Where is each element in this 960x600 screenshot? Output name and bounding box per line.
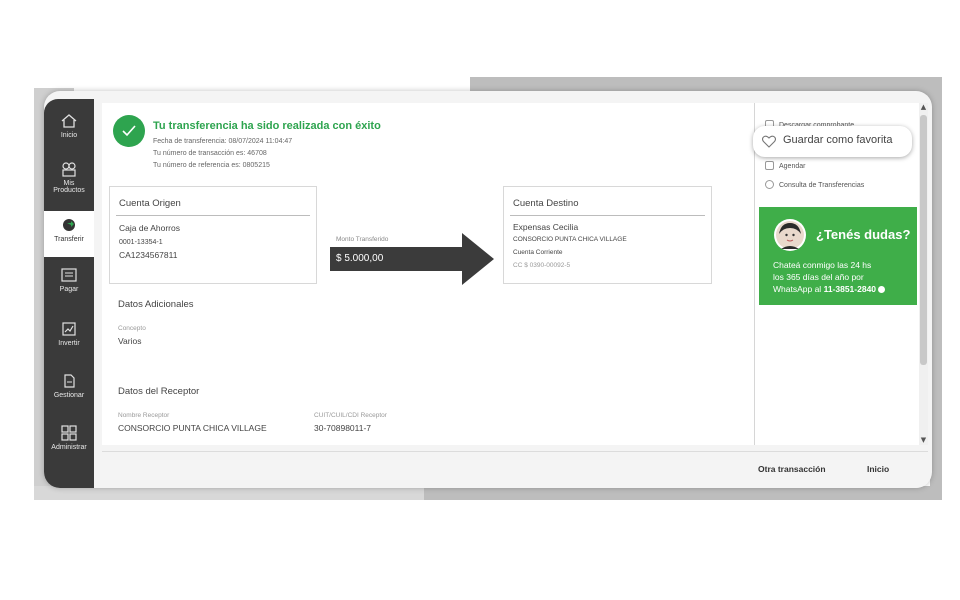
sidebar-item-invertir[interactable]: Invertir (44, 321, 94, 347)
admin-icon (61, 425, 77, 441)
sidebar-item-label: Inicio (60, 132, 78, 139)
transfer-date: Fecha de transferencia: 08/07/2024 11:04… (153, 138, 293, 145)
invest-icon (62, 322, 76, 336)
sidebar-item-transferir[interactable]: Transferir (44, 211, 94, 257)
origin-account-id: CA1234567811 (119, 250, 178, 260)
sidebar-item-label: Pagar (59, 286, 79, 293)
sidebar-item-label: Mis (63, 180, 75, 187)
destination-account-card: Cuenta Destino Expensas Cecilia CONSORCI… (503, 186, 712, 284)
origin-account-type: Caja de Ahorros (119, 223, 180, 233)
destination-account-title: Cuenta Destino (513, 198, 579, 209)
sidebar-item-pagar[interactable]: Pagar (44, 267, 94, 293)
footer-bar: Otra transacción Inicio (102, 451, 928, 488)
save-favorite-button[interactable]: Guardar como favorita (753, 126, 912, 157)
whatsapp-icon (878, 286, 886, 293)
help-line-3: WhatsApp al 11-3851-2840 (773, 284, 886, 294)
concept-label: Concepto (118, 325, 146, 332)
help-whatsapp-prefix: WhatsApp al (773, 284, 824, 294)
amount-value: $ 5.000,00 (336, 253, 384, 264)
concept-value: Varios (118, 336, 142, 346)
pay-icon (61, 268, 77, 282)
home-icon (61, 114, 77, 128)
receiver-name-value: CONSORCIO PUNTA CHICA VILLAGE (118, 423, 267, 433)
vertical-scrollbar[interactable]: ▲ ▼ (919, 103, 928, 445)
sidebar-item-inicio[interactable]: Inicio (44, 113, 94, 139)
receiver-cuit-label: CUIT/CUIL/CDI Receptor (314, 412, 387, 419)
divider (510, 215, 705, 216)
transfers-query-label: Consulta de Transferencias (779, 182, 865, 189)
schedule-link[interactable]: Agendar (765, 161, 805, 170)
success-title: Tu transferencia ha sido realizada con é… (153, 120, 381, 132)
sidebar-item-label: Transferir (54, 236, 84, 243)
help-chat-box[interactable]: ¿Tenés dudas? Chateá conmigo las 24 hs l… (759, 207, 917, 305)
origin-account-card: Cuenta Origen Caja de Ahorros 0001-13354… (109, 186, 317, 284)
receiver-cuit-value: 30-70898011-7 (314, 423, 372, 433)
destination-holder: CONSORCIO PUNTA CHICA VILLAGE (513, 236, 627, 243)
sidebar-item-mis-productos[interactable]: Mis Productos (44, 161, 94, 194)
sidebar-item-gestionar[interactable]: Gestionar (44, 373, 94, 399)
home-button[interactable]: Inicio (867, 464, 889, 474)
scroll-up-icon[interactable]: ▲ (919, 103, 928, 112)
transfers-query-link[interactable]: Consulta de Transferencias (765, 180, 864, 189)
destination-account-number: CC $ 0390-00092-5 (513, 262, 571, 269)
sidebar-item-administrar[interactable]: Administrar (44, 425, 94, 451)
whatsapp-phone[interactable]: 11-3851-2840 (824, 284, 876, 294)
clock-icon (765, 180, 774, 189)
sidebar-item-label: Administrar (51, 444, 87, 451)
sidebar: Inicio Mis Productos Transferir Pagar In… (44, 99, 94, 488)
assistant-avatar (774, 219, 806, 251)
products-icon (62, 162, 76, 177)
sidebar-item-label: Gestionar (53, 392, 85, 399)
transfer-icon (63, 219, 75, 231)
success-check-icon (113, 115, 145, 147)
sidebar-item-label: Invertir (58, 340, 80, 347)
main-content: Tu transferencia ha sido realizada con é… (102, 103, 754, 445)
additional-data-title: Datos Adicionales (118, 299, 194, 310)
schedule-label: Agendar (779, 163, 806, 170)
destination-account-type: Cuenta Corriente (513, 249, 563, 256)
help-line-2: los 365 días del año por (773, 272, 864, 282)
save-favorite-label: Guardar como favorita (783, 134, 893, 146)
receiver-data-title: Datos del Receptor (118, 386, 200, 397)
divider (116, 215, 310, 216)
heart-icon (762, 135, 776, 148)
calendar-icon (765, 161, 774, 170)
scrollbar-thumb[interactable] (920, 115, 927, 365)
help-title: ¿Tenés dudas? (816, 227, 911, 242)
manage-icon (64, 374, 75, 388)
destination-name: Expensas Cecilia (513, 222, 579, 232)
help-line-1: Chateá conmigo las 24 hs (773, 260, 872, 270)
receiver-name-label: Nombre Receptor (118, 412, 170, 419)
origin-account-title: Cuenta Origen (119, 198, 181, 209)
background-band (34, 486, 424, 500)
origin-account-number: 0001-13354-1 (119, 239, 163, 246)
reference-number: Tu número de referencia es: 0805215 (153, 162, 270, 169)
transaction-number: Tu número de transacción es: 46708 (153, 150, 267, 157)
other-transaction-button[interactable]: Otra transacción (758, 464, 826, 474)
scroll-down-icon[interactable]: ▼ (919, 436, 928, 445)
sidebar-item-label: Productos (53, 187, 85, 194)
